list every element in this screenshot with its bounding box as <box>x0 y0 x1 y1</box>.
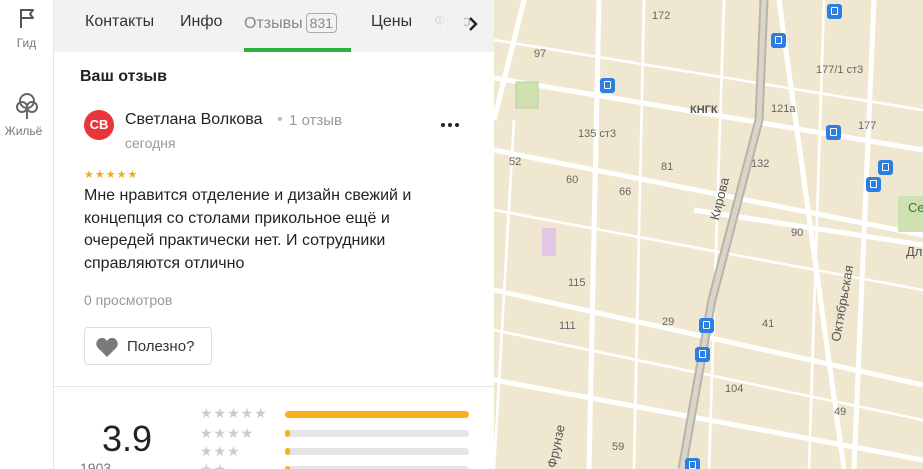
useful-label: Полезно? <box>127 338 195 355</box>
chevron-right-icon[interactable] <box>462 12 484 36</box>
author-name[interactable]: Светлана Волкова <box>125 111 262 129</box>
map-label: 29 <box>662 316 675 328</box>
map-label: 60 <box>566 174 579 186</box>
distribution-bar-5 <box>285 411 469 418</box>
org-panel: Контакты Инфо Отзывы831 Цены Фото Ваш от… <box>54 0 494 469</box>
map-label: 111 <box>559 320 576 332</box>
map-label: 49 <box>834 406 847 418</box>
rail-item-guide[interactable]: Гид <box>0 6 53 50</box>
tab-fade <box>414 0 464 52</box>
map-label: 104 <box>725 383 744 395</box>
map-edge-label: Дл <box>906 244 923 259</box>
tab-info[interactable]: Инфо <box>180 13 222 31</box>
bus-stop-icon[interactable] <box>878 160 893 175</box>
left-rail: Гид Жильё <box>0 0 54 469</box>
tab-contacts[interactable]: Контакты <box>85 13 154 31</box>
tab-label: Отзывы <box>244 15 303 32</box>
distribution-stars-4: ★★★★ <box>200 425 255 441</box>
active-tab-indicator <box>244 48 351 52</box>
map-label: 135 ст3 <box>578 128 617 140</box>
distribution-stars-3: ★★★ <box>200 443 241 459</box>
flag-icon <box>19 9 34 28</box>
map-label: 132 <box>751 158 770 170</box>
bus-stop-icon[interactable] <box>685 458 700 469</box>
ratings-count: 1903 <box>80 460 112 469</box>
distribution-stars-2: ★★ <box>200 461 228 469</box>
author-review-count: 1 отзыв <box>289 112 343 129</box>
map-label: 41 <box>762 318 775 330</box>
map-label: 52 <box>509 156 522 168</box>
more-options-icon[interactable] <box>438 115 462 135</box>
tab-reviews[interactable]: Отзывы 831 <box>244 13 337 33</box>
bus-stop-icon[interactable] <box>827 4 842 19</box>
rail-item-housing[interactable]: Жильё <box>0 92 53 138</box>
map-label: 172 <box>652 10 671 22</box>
bus-stop-icon[interactable] <box>699 318 714 333</box>
tab-prices[interactable]: Цены <box>371 13 412 31</box>
reviews-count-badge: 831 <box>305 13 337 33</box>
section-title: Ваш отзыв <box>80 68 167 85</box>
tree-icon <box>15 93 38 119</box>
map-label: 90 <box>791 227 804 239</box>
bus-stop-icon[interactable] <box>826 125 841 140</box>
separator-dot: • <box>277 111 283 128</box>
distribution-stars-5: ★★★★★ <box>200 405 268 421</box>
review-rating-stars: ★★★★★ <box>84 169 139 181</box>
bus-stop-icon[interactable] <box>866 177 881 192</box>
rail-item-label: Гид <box>16 36 37 50</box>
useful-button[interactable]: Полезно? <box>84 327 212 365</box>
review-date: сегодня <box>125 135 176 151</box>
heart-icon <box>96 337 118 357</box>
distribution-fill-5 <box>285 411 469 418</box>
tab-bar: Контакты Инфо Отзывы831 Цены Фото <box>54 0 494 52</box>
avatar[interactable]: СВ <box>84 110 114 140</box>
map-label: 121а <box>771 103 796 115</box>
bus-stop-icon[interactable] <box>695 347 710 362</box>
map-label: 177 <box>858 120 877 132</box>
map[interactable]: 172 97 177/1 ст3 КНГК 121а 135 ст3 177 5… <box>494 0 923 469</box>
distribution-fill-4 <box>285 430 290 437</box>
map-label: 97 <box>534 48 547 60</box>
distribution-fill-3 <box>285 448 290 455</box>
map-label: 81 <box>661 161 674 173</box>
views-count: 0 просмотров <box>84 292 173 308</box>
bus-stop-icon[interactable] <box>600 78 615 93</box>
map-label: 59 <box>612 441 625 453</box>
review-text: Мне нравится отделение и дизайн свежий и… <box>84 187 412 272</box>
distribution-bar-3 <box>285 448 469 455</box>
map-label: 66 <box>619 186 632 198</box>
map-label: 177/1 ст3 <box>816 64 864 76</box>
map-label: 115 <box>568 277 586 289</box>
average-rating: 3.9 <box>102 418 153 459</box>
map-edge-label: Се <box>908 200 923 215</box>
rail-item-label: Жильё <box>4 124 43 138</box>
distribution-bar-4 <box>285 430 469 437</box>
divider <box>54 386 494 387</box>
bus-stop-icon[interactable] <box>771 33 786 48</box>
map-label: КНГК <box>690 104 718 116</box>
